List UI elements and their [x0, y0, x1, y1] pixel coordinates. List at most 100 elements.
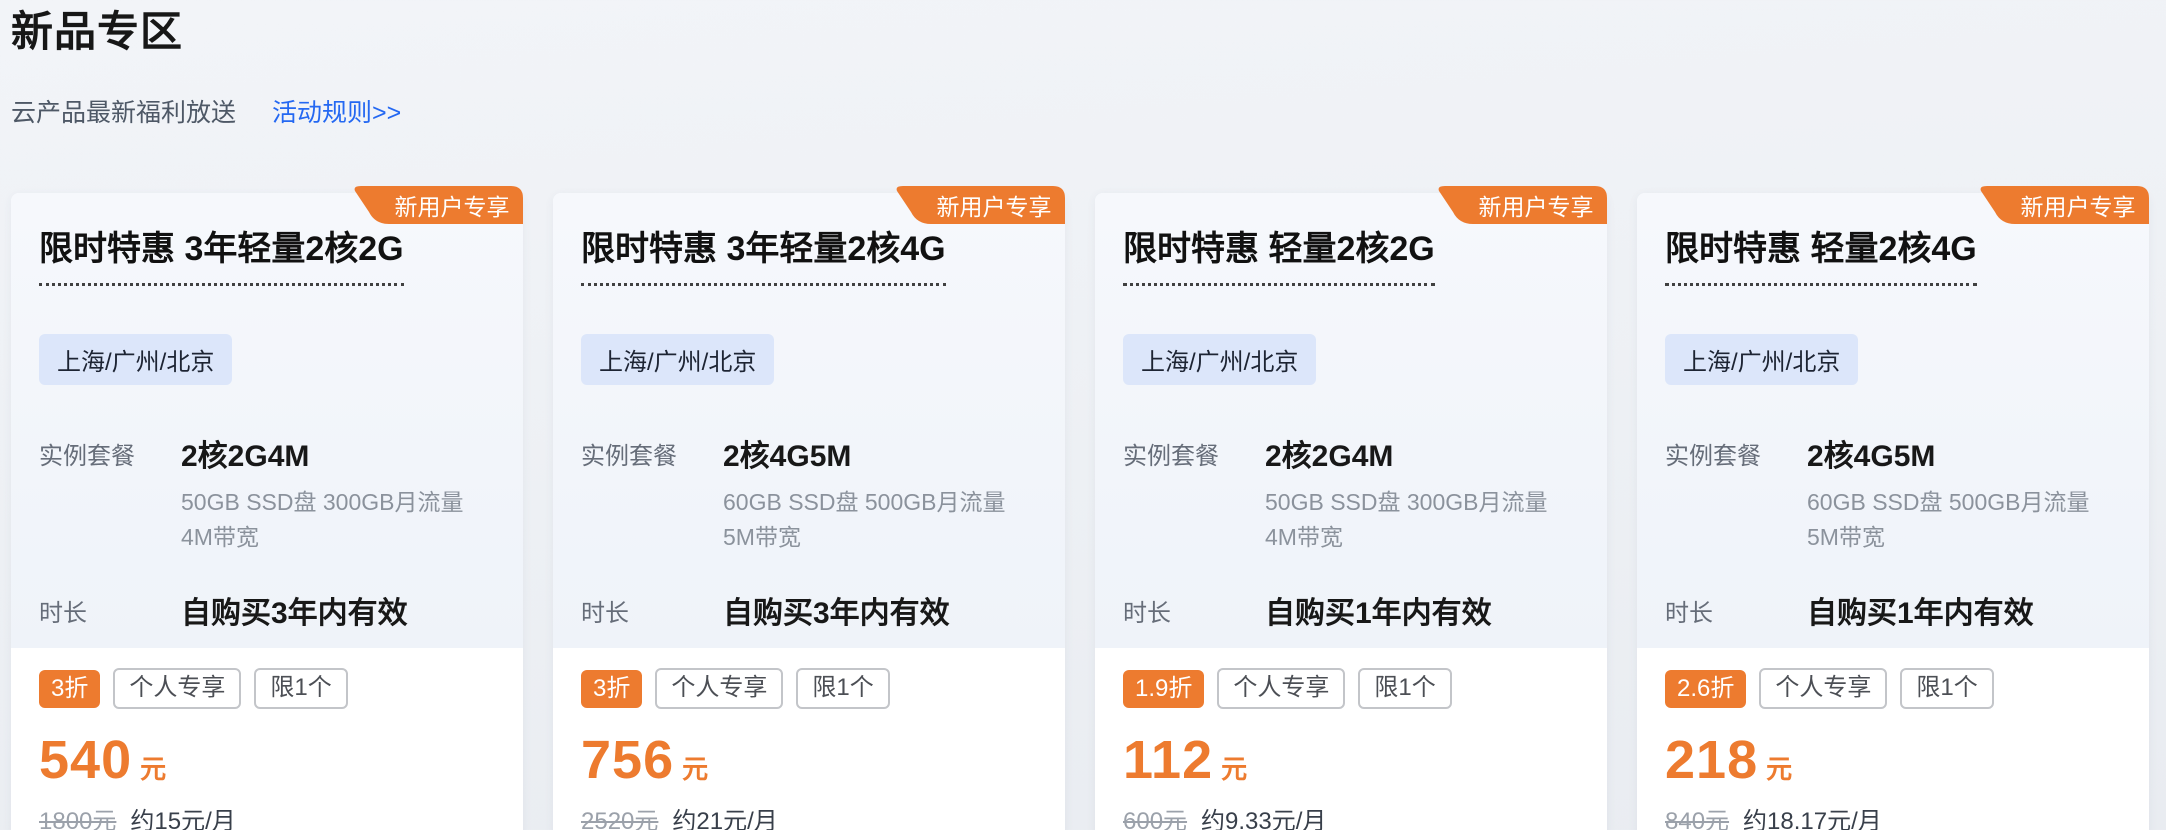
original-price: 1800元 [39, 801, 116, 830]
spec-row: 实例套餐 2核4G5M 60GB SSD盘 500GB月流量 5M带宽 [1665, 431, 2121, 554]
badges-row: 3折 个人专享 限1个 [581, 668, 1037, 709]
price-row: 218 元 [1665, 729, 2121, 791]
duration-value: 自购买1年内有效 [1807, 588, 2034, 632]
spec-detail: 50GB SSD盘 300GB月流量 4M带宽 [181, 485, 495, 554]
price-unit: 元 [140, 749, 166, 786]
monthly-price: 约9.33元/月 [1201, 801, 1326, 830]
card-price-section: 1.9折 个人专享 限1个 112 元 600元 约9.33元/月 [1095, 648, 1607, 830]
card-title: 限时特惠 轻量2核2G [1123, 229, 1435, 286]
new-user-ribbon: 新用户专享 [1437, 186, 1607, 224]
price-unit: 元 [682, 749, 708, 786]
old-price-row: 840元 约18.17元/月 [1665, 801, 2121, 830]
product-card-list: 新用户专享 限时特惠 3年轻量2核2G 上海/广州/北京 实例套餐 2核2G4M… [11, 193, 2157, 830]
duration-label: 时长 [1123, 588, 1265, 632]
badges-row: 2.6折 个人专享 限1个 [1665, 668, 2121, 709]
monthly-price: 约18.17元/月 [1743, 801, 1882, 830]
duration-row: 时长 自购买3年内有效 [39, 588, 495, 632]
price-value: 756 [581, 729, 674, 791]
price-value: 218 [1665, 729, 1758, 791]
card-info-section: 限时特惠 轻量2核2G 上海/广州/北京 实例套餐 2核2G4M 50GB SS… [1095, 193, 1607, 648]
spec-detail: 60GB SSD盘 500GB月流量 5M带宽 [1807, 485, 2121, 554]
spec-value: 2核2G4M [181, 431, 495, 475]
spec-row: 实例套餐 2核2G4M 50GB SSD盘 300GB月流量 4M带宽 [39, 431, 495, 554]
duration-row: 时长 自购买1年内有效 [1123, 588, 1579, 632]
price-value: 112 [1123, 729, 1213, 791]
product-card-1[interactable]: 新用户专享 限时特惠 3年轻量2核2G 上海/广州/北京 实例套餐 2核2G4M… [11, 193, 523, 830]
card-title: 限时特惠 轻量2核4G [1665, 229, 1977, 286]
discount-badge: 2.6折 [1665, 670, 1746, 708]
new-user-ribbon: 新用户专享 [1979, 186, 2149, 224]
limit-tag: 限1个 [1358, 668, 1451, 709]
personal-tag: 个人专享 [113, 668, 241, 709]
card-info-section: 限时特惠 轻量2核4G 上海/广州/北京 实例套餐 2核4G5M 60GB SS… [1637, 193, 2149, 648]
page-title: 新品专区 [11, 8, 2157, 56]
price-unit: 元 [1221, 749, 1247, 786]
original-price: 600元 [1123, 801, 1187, 830]
spec-row: 实例套餐 2核4G5M 60GB SSD盘 500GB月流量 5M带宽 [581, 431, 1037, 554]
personal-tag: 个人专享 [1759, 668, 1887, 709]
duration-label: 时长 [39, 588, 181, 632]
personal-tag: 个人专享 [655, 668, 783, 709]
new-user-ribbon: 新用户专享 [353, 186, 523, 224]
old-price-row: 1800元 约15元/月 [39, 801, 495, 830]
discount-badge: 3折 [581, 670, 642, 708]
new-user-badge-label: 新用户专享 [935, 186, 1053, 224]
spec-detail: 50GB SSD盘 300GB月流量 4M带宽 [1265, 485, 1579, 554]
card-price-section: 3折 个人专享 限1个 756 元 2520元 约21元/月 [553, 648, 1065, 830]
spec-value: 2核4G5M [723, 431, 1037, 475]
monthly-price: 约21元/月 [672, 801, 777, 830]
activity-rules-link[interactable]: 活动规则>> [272, 93, 401, 129]
spec-label: 实例套餐 [1665, 431, 1807, 554]
region-tag: 上海/广州/北京 [1123, 334, 1316, 385]
page-subtitle-row: 云产品最新福利放送 活动规则>> [11, 93, 2157, 129]
discount-badge: 3折 [39, 670, 100, 708]
duration-value: 自购买3年内有效 [181, 588, 408, 632]
card-price-section: 2.6折 个人专享 限1个 218 元 840元 约18.17元/月 [1637, 648, 2149, 830]
region-tag: 上海/广州/北京 [581, 334, 774, 385]
card-title: 限时特惠 3年轻量2核2G [39, 229, 404, 286]
duration-value: 自购买1年内有效 [1265, 588, 1492, 632]
card-info-section: 限时特惠 3年轻量2核4G 上海/广州/北京 实例套餐 2核4G5M 60GB … [553, 193, 1065, 648]
spec-label: 实例套餐 [39, 431, 181, 554]
discount-badge: 1.9折 [1123, 670, 1204, 708]
product-card-4[interactable]: 新用户专享 限时特惠 轻量2核4G 上海/广州/北京 实例套餐 2核4G5M 6… [1637, 193, 2149, 830]
limit-tag: 限1个 [1900, 668, 1993, 709]
spec-value: 2核2G4M [1265, 431, 1579, 475]
new-user-badge-label: 新用户专享 [1477, 186, 1595, 224]
region-tag: 上海/广州/北京 [1665, 334, 1858, 385]
limit-tag: 限1个 [796, 668, 889, 709]
price-row: 112 元 [1123, 729, 1579, 791]
duration-value: 自购买3年内有效 [723, 588, 950, 632]
duration-row: 时长 自购买1年内有效 [1665, 588, 2121, 632]
product-card-2[interactable]: 新用户专享 限时特惠 3年轻量2核4G 上海/广州/北京 实例套餐 2核4G5M… [553, 193, 1065, 830]
region-tag: 上海/广州/北京 [39, 334, 232, 385]
new-product-zone-page: 新品专区 云产品最新福利放送 活动规则>> 新用户专享 限时特惠 3年轻量2核2… [0, 0, 2166, 830]
old-price-row: 2520元 约21元/月 [581, 801, 1037, 830]
spec-detail: 60GB SSD盘 500GB月流量 5M带宽 [723, 485, 1037, 554]
price-row: 756 元 [581, 729, 1037, 791]
duration-label: 时长 [581, 588, 723, 632]
spec-label: 实例套餐 [581, 431, 723, 554]
limit-tag: 限1个 [254, 668, 347, 709]
monthly-price: 约15元/月 [130, 801, 235, 830]
product-card-3[interactable]: 新用户专享 限时特惠 轻量2核2G 上海/广州/北京 实例套餐 2核2G4M 5… [1095, 193, 1607, 830]
spec-value: 2核4G5M [1807, 431, 2121, 475]
duration-row: 时长 自购买3年内有效 [581, 588, 1037, 632]
new-user-badge-label: 新用户专享 [393, 186, 511, 224]
new-user-badge-label: 新用户专享 [2019, 186, 2137, 224]
spec-label: 实例套餐 [1123, 431, 1265, 554]
card-title: 限时特惠 3年轻量2核4G [581, 229, 946, 286]
duration-label: 时长 [1665, 588, 1807, 632]
personal-tag: 个人专享 [1217, 668, 1345, 709]
page-subtitle: 云产品最新福利放送 [11, 93, 236, 129]
spec-row: 实例套餐 2核2G4M 50GB SSD盘 300GB月流量 4M带宽 [1123, 431, 1579, 554]
badges-row: 3折 个人专享 限1个 [39, 668, 495, 709]
card-info-section: 限时特惠 3年轻量2核2G 上海/广州/北京 实例套餐 2核2G4M 50GB … [11, 193, 523, 648]
original-price: 2520元 [581, 801, 658, 830]
price-value: 540 [39, 729, 132, 791]
old-price-row: 600元 约9.33元/月 [1123, 801, 1579, 830]
new-user-ribbon: 新用户专享 [895, 186, 1065, 224]
card-price-section: 3折 个人专享 限1个 540 元 1800元 约15元/月 [11, 648, 523, 830]
badges-row: 1.9折 个人专享 限1个 [1123, 668, 1579, 709]
original-price: 840元 [1665, 801, 1729, 830]
